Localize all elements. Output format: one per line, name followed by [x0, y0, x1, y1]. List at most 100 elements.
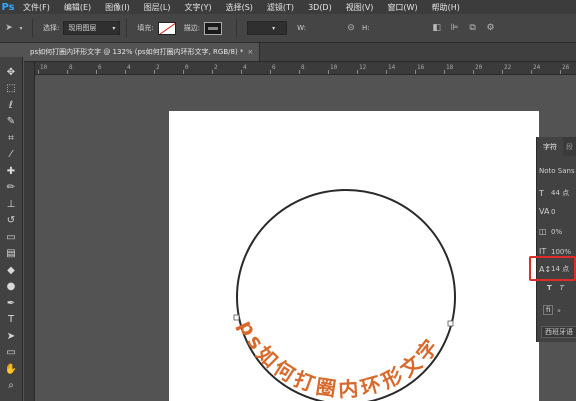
character-panel: 字符 段 Noto Sans T 44 点 VA 0 ◫ 0% IT 100% … [536, 137, 576, 342]
ruler-tick-label: 22 [504, 64, 512, 71]
eyedropper-icon[interactable]: ⁄ [3, 148, 19, 162]
menu-image[interactable]: 图像(I) [98, 2, 137, 13]
divider [126, 19, 128, 37]
ruler-vertical [24, 62, 35, 401]
document-tab[interactable]: ps如何打圈内环形文字 @ 132% (ps如何打圈内环形文字, RGB/8) … [24, 43, 261, 61]
ruler-tick-label: 10 [330, 64, 338, 71]
menu-edit[interactable]: 编辑(E) [57, 2, 98, 13]
type-tool-icon[interactable]: T [3, 313, 19, 327]
pen-tool-icon[interactable]: ✒ [3, 296, 19, 310]
tools-panel: ✥ ⬚ ℓ ✎ ⌗ ⁄ ✚ ✏ ⊥ ↺ ▭ ▤ ◆ ● ✒ T ➤ ▭ ✋ ⌕ [0, 57, 23, 401]
ruler-tick [241, 70, 242, 74]
marquee-tool-icon[interactable]: ⬚ [3, 82, 19, 96]
ruler-tick-label: 24 [533, 64, 541, 71]
select-label: 选择: [43, 24, 60, 32]
fill-swatch[interactable] [157, 21, 176, 35]
artwork: ps如何打圈内环形文字 [233, 189, 456, 401]
stamp-tool-icon[interactable]: ⊥ [3, 197, 19, 211]
ruler-tick [502, 70, 503, 74]
document-canvas[interactable]: ps如何打圈内环形文字 [169, 111, 539, 401]
highlight-box [529, 256, 576, 281]
lasso-tool-icon[interactable]: ℓ [3, 98, 19, 112]
kerning-icon: VA [539, 207, 550, 216]
type-style-buttons: T T [547, 284, 564, 292]
brush-tool-icon[interactable]: ✏ [3, 181, 19, 195]
path-select-icon[interactable]: ➤ [4, 23, 14, 33]
faux-bold-icon[interactable]: T [547, 284, 552, 292]
ruler-tick-label: 2 [214, 64, 218, 71]
divider [32, 19, 33, 37]
ruler-tick-label: 8 [301, 64, 305, 71]
zoom-tool-icon[interactable]: ⌕ [3, 379, 19, 393]
font-size-value: 44 点 [551, 189, 570, 197]
ruler-tick-label: 6 [98, 64, 102, 71]
tab-character[interactable]: 字符 [537, 137, 563, 156]
quick-select-icon[interactable]: ✎ [3, 115, 19, 129]
ruler-tick [444, 70, 445, 74]
panel-tab-row: 字符 段 [537, 137, 576, 156]
healing-brush-icon[interactable]: ✚ [3, 164, 19, 178]
crop-tool-icon[interactable]: ⌗ [3, 131, 19, 145]
ruler-tick-label: 14 [388, 64, 396, 71]
document-tab-bar: ps如何打圈内环形文字 @ 132% (ps如何打圈内环形文字, RGB/8) … [24, 43, 576, 62]
font-size-field[interactable]: T 44 点 [539, 188, 569, 198]
discretionary-icon[interactable]: ℴ [557, 306, 560, 314]
align-icon[interactable]: ⊫ [450, 23, 460, 33]
close-icon[interactable]: × [247, 48, 253, 56]
select-dropdown-value: 现用图层 [68, 24, 97, 32]
scale-field[interactable]: ◫ 0% [539, 227, 562, 236]
ruler-tick-label: 0 [185, 64, 189, 71]
stroke-type-dropdown[interactable]: ▾ [247, 21, 288, 35]
link-icon[interactable]: ⊝ [346, 23, 356, 33]
ligature-icon[interactable]: fi [543, 305, 554, 315]
menu-view[interactable]: 视图(V) [339, 2, 381, 13]
ruler-tick-label: 12 [359, 64, 367, 71]
ruler-tick-label: 26 [562, 64, 570, 71]
hand-tool-icon[interactable]: ✋ [3, 362, 19, 376]
anchor-point[interactable] [447, 320, 454, 327]
menu-file[interactable]: 文件(F) [16, 2, 57, 13]
menu-3d[interactable]: 3D(D) [301, 3, 339, 12]
blur-tool-icon[interactable]: ◆ [3, 263, 19, 277]
gear-icon[interactable]: ⚙ [486, 23, 496, 33]
opentype-buttons: fi ℴ [543, 305, 561, 315]
ruler-tick [125, 70, 126, 74]
menu-help[interactable]: 帮助(H) [425, 2, 467, 13]
ruler-tick [299, 70, 300, 74]
ruler-tick [473, 70, 474, 74]
history-brush-icon[interactable]: ↺ [3, 214, 19, 228]
path-text[interactable]: ps如何打圈内环形文字 [234, 316, 445, 401]
document-tab-title: ps如何打圈内环形文字 @ 132% (ps如何打圈内环形文字, RGB/8) … [30, 48, 244, 56]
vertical-scale-value: 100% [551, 247, 572, 256]
ruler-tick [96, 70, 97, 74]
chevron-down-icon[interactable]: ▾ [16, 23, 26, 33]
menu-select[interactable]: 选择(S) [219, 2, 260, 13]
ruler-tick-label: 2 [156, 64, 160, 71]
arrange-icon[interactable]: ⧉ [468, 23, 478, 33]
menu-type[interactable]: 文字(Y) [177, 2, 218, 13]
ruler-tick [67, 70, 68, 74]
ruler-tick-label: 4 [243, 64, 247, 71]
kerning-field[interactable]: VA 0 [539, 207, 555, 216]
faux-italic-icon[interactable]: T [560, 284, 564, 292]
menu-window[interactable]: 窗口(W) [380, 2, 424, 13]
tab-paragraph[interactable]: 段 [563, 142, 573, 152]
shape-tool-icon[interactable]: ▭ [3, 346, 19, 360]
language-dropdown[interactable]: 西班牙语 [541, 326, 576, 338]
eraser-icon[interactable]: ▭ [3, 230, 19, 244]
width-label: W: [297, 24, 306, 32]
gradient-tool-icon[interactable]: ▤ [3, 247, 19, 261]
scale-icon: ◫ [539, 227, 547, 236]
select-dropdown[interactable]: 现用图层 ▾ [63, 21, 121, 35]
vertical-scale-field[interactable]: IT 100% [539, 247, 571, 256]
menu-layer[interactable]: 图层(L) [137, 2, 178, 13]
anchor-point[interactable] [233, 314, 240, 321]
stroke-swatch[interactable] [204, 21, 223, 35]
move-tool-icon[interactable]: ✥ [3, 65, 19, 79]
menu-filter[interactable]: 滤镜(T) [260, 2, 301, 13]
font-family-field[interactable]: Noto Sans [539, 167, 575, 175]
path-ops-icon[interactable]: ◧ [432, 23, 442, 33]
dodge-tool-icon[interactable]: ● [3, 280, 19, 294]
options-bar: ➤ ▾ 选择: 现用图层 ▾ 填充: 描边: ▾ W: ⊝ H: ◧ ⊫ ⧉ ⚙ [0, 14, 576, 43]
path-select-tool-icon[interactable]: ➤ [3, 329, 19, 343]
